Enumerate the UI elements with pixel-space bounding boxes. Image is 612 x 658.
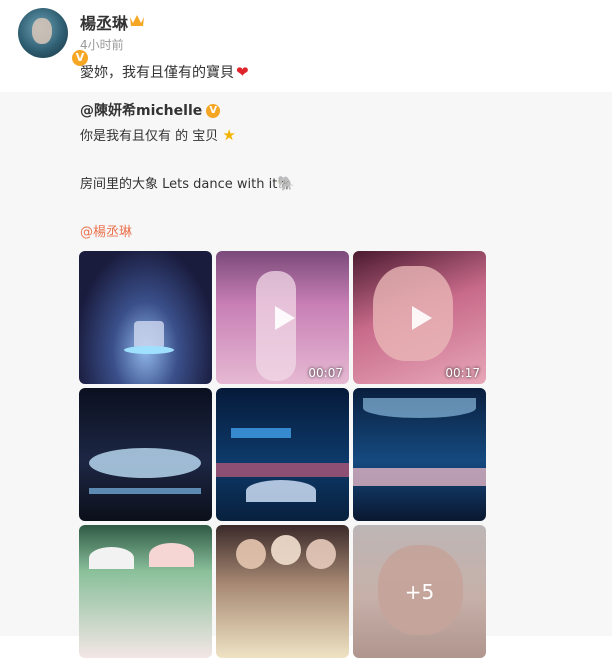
repost-verified-icon: V	[206, 104, 221, 118]
star-icon: ★	[222, 126, 236, 144]
heart-icon: ❤	[236, 63, 249, 81]
more-media-overlay[interactable]: +5	[353, 525, 486, 658]
repost-line2-text: 房间里的大象 Lets dance with it	[80, 177, 278, 192]
video-duration: 00:17	[445, 366, 480, 380]
avatar-face	[32, 18, 52, 44]
crown-icon	[130, 15, 144, 26]
media-thumb-5[interactable]	[216, 388, 349, 521]
post-text-content: 愛妳，我有且僅有的寶貝	[80, 65, 234, 81]
media-thumb-4[interactable]	[79, 388, 212, 521]
repost-username-text[interactable]: @陳妍希michelle	[80, 103, 202, 119]
media-thumb-7[interactable]	[79, 525, 212, 658]
avatar[interactable]: V	[18, 8, 90, 68]
repost-line1-text: 你是我有且仅有 的 宝贝	[80, 129, 219, 144]
play-icon[interactable]	[274, 305, 295, 330]
elephant-icon: 🐘	[277, 176, 295, 192]
media-thumb-6[interactable]	[353, 388, 486, 521]
media-thumb-3[interactable]: 00:17	[353, 251, 486, 384]
media-thumb-9[interactable]: +5	[353, 525, 486, 658]
post-username[interactable]: 楊丞琳	[80, 10, 128, 34]
video-duration: 00:07	[308, 366, 343, 380]
repost-username[interactable]: @陳妍希michelle V	[80, 100, 221, 120]
play-icon[interactable]	[411, 305, 432, 330]
repost-text-line2: 房间里的大象 Lets dance with it🐘	[80, 173, 295, 192]
repost-text-line1: 你是我有且仅有 的 宝贝 ★	[80, 125, 236, 144]
media-thumb-1[interactable]	[79, 251, 212, 384]
post-time[interactable]: 4小时前	[80, 36, 124, 53]
media-thumb-2[interactable]: 00:07	[216, 251, 349, 384]
media-thumb-8[interactable]	[216, 525, 349, 658]
weibo-post: V 楊丞琳 4小时前 愛妳，我有且僅有的寶貝 ❤ @陳妍希michelle V 你是…	[0, 0, 612, 658]
post-text: 愛妳，我有且僅有的寶貝 ❤	[80, 62, 249, 82]
mention-link[interactable]: @楊丞琳	[80, 221, 132, 240]
